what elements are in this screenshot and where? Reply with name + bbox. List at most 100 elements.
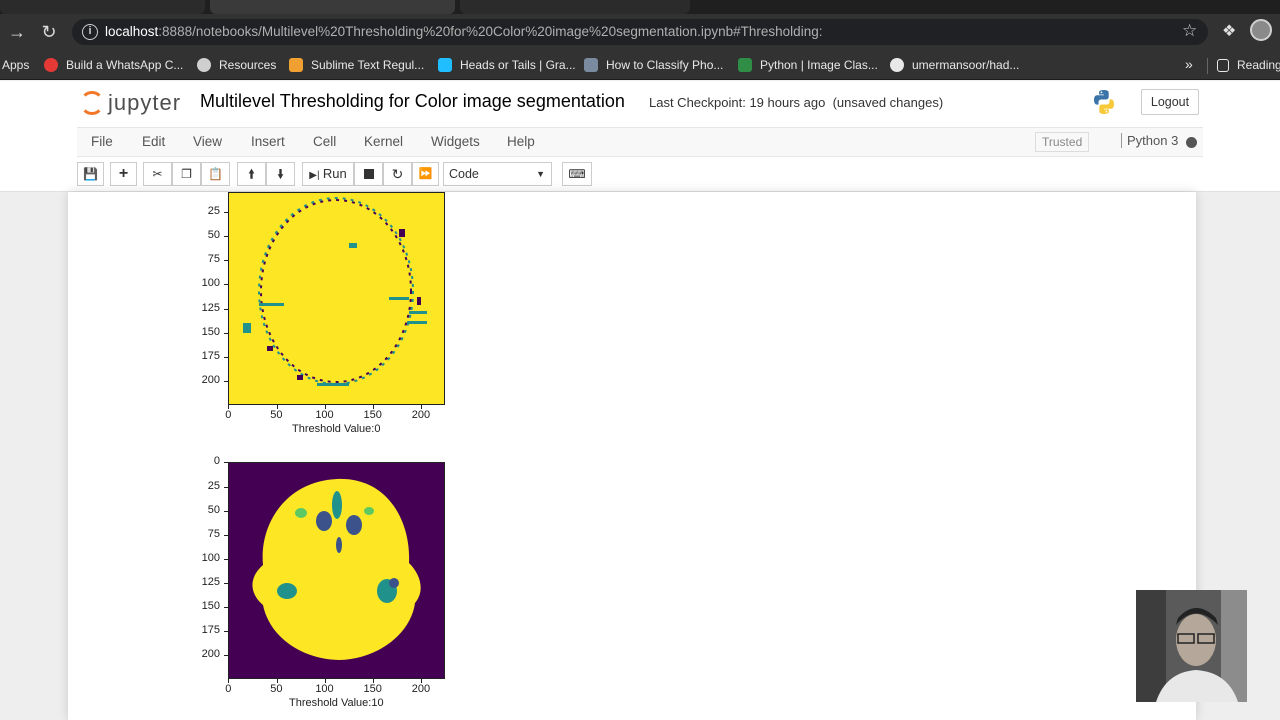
checkpoint-text: Last Checkpoint: 19 hours ago xyxy=(649,95,826,110)
jupyter-header: jupyter Multilevel Thresholding for Colo… xyxy=(0,81,1280,127)
bookmark-5[interactable]: How to Classify Pho... xyxy=(584,56,723,74)
save-button[interactable]: 💾 xyxy=(77,162,104,186)
youtube-icon xyxy=(44,58,58,72)
plot1-image xyxy=(228,192,445,405)
plot2-image xyxy=(228,462,445,679)
reading-list[interactable]: Reading xyxy=(1217,56,1280,74)
bookmark-2[interactable]: Resources xyxy=(197,56,276,74)
kaggle-icon xyxy=(438,58,452,72)
run-button[interactable]: ▶| Run xyxy=(302,162,354,186)
bookmark-6[interactable]: Python | Image Clas... xyxy=(738,56,878,74)
plot2-mark xyxy=(295,508,307,518)
forward-arrow-icon[interactable]: → xyxy=(5,21,29,43)
plot2-ytick-label: 150 xyxy=(201,600,220,613)
plot1-background xyxy=(229,193,444,404)
bookmark-4[interactable]: Heads or Tails | Gra... xyxy=(438,56,576,74)
copy-button[interactable]: ❐ xyxy=(172,162,201,186)
bookmark-3[interactable]: Sublime Text Regul... xyxy=(289,56,424,74)
bookmark-label: Sublime Text Regul... xyxy=(311,58,425,72)
menu-kernel[interactable]: Kernel xyxy=(364,134,403,149)
bookmark-1[interactable]: Build a WhatsApp C... xyxy=(44,56,183,74)
command-palette-button[interactable]: ⌨ xyxy=(562,162,592,186)
plot1-ytick-label: 75 xyxy=(207,253,220,266)
plot2-ytick-label: 50 xyxy=(207,503,220,516)
menu-insert[interactable]: Insert xyxy=(251,134,285,149)
plot2-svg xyxy=(229,463,444,678)
plot1-mark xyxy=(317,383,349,386)
browser-tab[interactable] xyxy=(0,0,205,14)
logout-button[interactable]: Logout xyxy=(1141,89,1199,115)
plot1-mark xyxy=(259,303,284,306)
jupyter-menubar: File Edit View Insert Cell Kernel Widgets Help … xyxy=(0,127,1280,157)
paste-button[interactable]: 📋 xyxy=(201,162,230,186)
url-text: localhost:8888/notebooks/Multilevel%20Th… xyxy=(105,24,822,39)
info-icon[interactable]: i xyxy=(82,24,98,40)
profile-avatar-icon[interactable] xyxy=(1250,19,1272,41)
kernel-name[interactable]: Python 3 xyxy=(1121,133,1178,148)
jupyter-logo[interactable]: jupyter xyxy=(80,87,190,119)
fast-forward-icon: ⏩ xyxy=(418,168,433,180)
menu-cell[interactable]: Cell xyxy=(313,134,336,149)
paste-icon: 📋 xyxy=(208,167,223,181)
browser-tab-active[interactable] xyxy=(210,0,455,14)
menu-edit[interactable]: Edit xyxy=(142,134,165,149)
plot2-xtick-label: 50 xyxy=(270,683,283,695)
insert-cell-button[interactable]: + xyxy=(110,162,137,186)
geeks-icon xyxy=(738,58,752,72)
menu-file[interactable]: File xyxy=(91,134,113,149)
plot1-xlabel: Threshold Value:0 xyxy=(292,423,381,435)
address-bar[interactable]: i localhost:8888/notebooks/Multilevel%20… xyxy=(72,19,1208,45)
notebook-title[interactable]: Multilevel Thresholding for Color image … xyxy=(200,91,625,112)
plot1-ytick-label: 150 xyxy=(201,325,220,338)
plot2-xtick-label: 100 xyxy=(315,683,334,695)
bookmarks-overflow-icon[interactable]: » xyxy=(1185,56,1193,72)
browser-tab-strip xyxy=(0,0,1280,14)
copy-icon: ❐ xyxy=(181,167,192,181)
webcam-person-image xyxy=(1136,590,1247,702)
plot2-mark xyxy=(277,583,297,599)
plot2-mark xyxy=(389,578,399,588)
step-forward-icon: ▶| xyxy=(309,170,320,181)
url-host: localhost xyxy=(105,24,159,39)
move-down-button[interactable]: 🠛 xyxy=(266,162,295,186)
plot2-xtick-label: 0 xyxy=(225,683,232,695)
menu-help[interactable]: Help xyxy=(507,134,535,149)
plot1-xtick-label: 50 xyxy=(270,409,283,421)
checkpoint-status: Last Checkpoint: 19 hours ago (unsaved c… xyxy=(649,95,943,110)
save-icon: 💾 xyxy=(83,167,98,181)
plot2-xtick-label: 150 xyxy=(363,683,382,695)
plot1-xtick-label: 100 xyxy=(315,409,334,421)
plot2-mark xyxy=(332,491,342,519)
trusted-indicator[interactable]: Trusted xyxy=(1035,132,1090,152)
plot1-ytick-label: 100 xyxy=(201,277,220,290)
restart-icon: ↻ xyxy=(391,166,404,182)
tiger-icon xyxy=(289,58,303,72)
restart-button[interactable]: ↻ xyxy=(383,162,412,186)
plot1-mark xyxy=(407,321,427,324)
cell-type-select[interactable]: Code ▼ xyxy=(443,162,552,186)
bookmark-label: umermansoor/had... xyxy=(912,58,1020,72)
plot1-ytick-label: 200 xyxy=(201,374,220,387)
menu-widgets[interactable]: Widgets xyxy=(431,134,480,149)
globe-icon xyxy=(197,58,211,72)
bookmark-0[interactable]: Apps xyxy=(2,56,29,74)
extensions-puzzle-icon[interactable]: ❖ xyxy=(1222,21,1236,41)
scissors-icon: ✂ xyxy=(152,167,163,181)
bookmark-star-icon[interactable]: ☆ xyxy=(1182,21,1197,41)
image-icon xyxy=(584,58,598,72)
browser-tab[interactable] xyxy=(460,0,690,14)
bookmark-7[interactable]: umermansoor/had... xyxy=(890,56,1019,74)
plot1-mark xyxy=(267,346,273,351)
arrow-down-icon: 🠛 xyxy=(277,167,284,181)
menu-view[interactable]: View xyxy=(193,134,222,149)
cut-button[interactable]: ✂ xyxy=(143,162,172,186)
reload-icon[interactable]: ↻ xyxy=(37,21,61,43)
bookmark-label: Python | Image Clas... xyxy=(760,58,878,72)
move-up-button[interactable]: 🠙 xyxy=(237,162,266,186)
jupyter-logo-text: jupyter xyxy=(108,90,182,115)
plot1-xtick-label: 0 xyxy=(225,409,232,421)
interrupt-button[interactable] xyxy=(354,162,383,186)
plot2-mark xyxy=(346,515,362,535)
bookmark-label: Apps xyxy=(2,58,30,72)
restart-run-all-button[interactable]: ⏩ xyxy=(412,162,439,186)
